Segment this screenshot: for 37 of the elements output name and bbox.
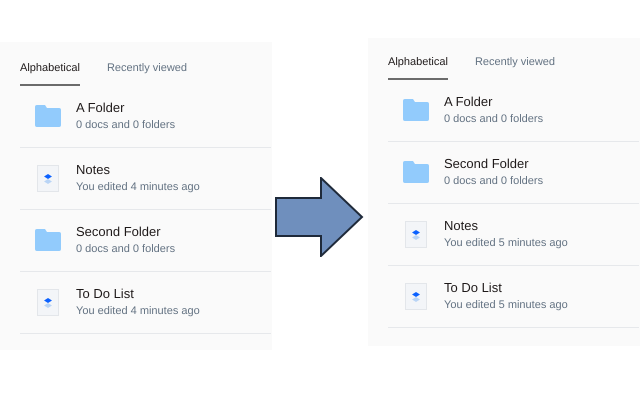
item-detail: 0 docs and 0 folders: [76, 243, 176, 256]
list-item[interactable]: To Do List You edited 5 minutes ago: [388, 266, 639, 328]
list-item[interactable]: Second Folder 0 docs and 0 folders: [20, 210, 271, 272]
item-detail: 0 docs and 0 folders: [76, 119, 176, 132]
list-item[interactable]: Notes You edited 4 minutes ago: [20, 148, 271, 210]
item-name: Notes: [444, 218, 479, 233]
item-name: Second Folder: [444, 156, 530, 171]
item-detail: You edited 5 minutes ago: [444, 237, 568, 250]
folder-icon: [35, 105, 61, 127]
item-detail: You edited 5 minutes ago: [444, 299, 568, 312]
folder-icon: [35, 229, 61, 251]
item-name: A Folder: [444, 94, 494, 109]
item-name: Notes: [76, 162, 111, 177]
item-name: A Folder: [76, 100, 126, 115]
tab[interactable]: Alphabetical: [20, 60, 80, 86]
tab[interactable]: Recently viewed: [106, 60, 188, 86]
list-item[interactable]: Second Folder 0 docs and 0 folders: [388, 142, 639, 204]
item-detail: 0 docs and 0 folders: [444, 175, 544, 188]
folder-icon: [403, 99, 429, 121]
document-icon: [405, 282, 427, 310]
item-name: To Do List: [76, 286, 135, 301]
tab[interactable]: Alphabetical: [388, 54, 448, 80]
item-detail: You edited 4 minutes ago: [76, 305, 200, 318]
item-detail: 0 docs and 0 folders: [444, 113, 544, 126]
tab[interactable]: Recently viewed: [474, 54, 556, 80]
list-item[interactable]: A Folder 0 docs and 0 folders: [388, 80, 639, 142]
list-item[interactable]: Notes You edited 5 minutes ago: [388, 204, 639, 266]
item-detail: You edited 4 minutes ago: [76, 181, 200, 194]
document-icon: [37, 288, 59, 316]
item-name: Second Folder: [76, 224, 162, 239]
arrow-icon: [275, 177, 364, 257]
folder-icon: [403, 161, 429, 183]
document-icon: [37, 164, 59, 192]
item-name: To Do List: [444, 280, 503, 295]
list-item[interactable]: To Do List You edited 4 minutes ago: [20, 272, 271, 334]
list-item[interactable]: A Folder 0 docs and 0 folders: [20, 86, 271, 148]
document-icon: [405, 220, 427, 248]
